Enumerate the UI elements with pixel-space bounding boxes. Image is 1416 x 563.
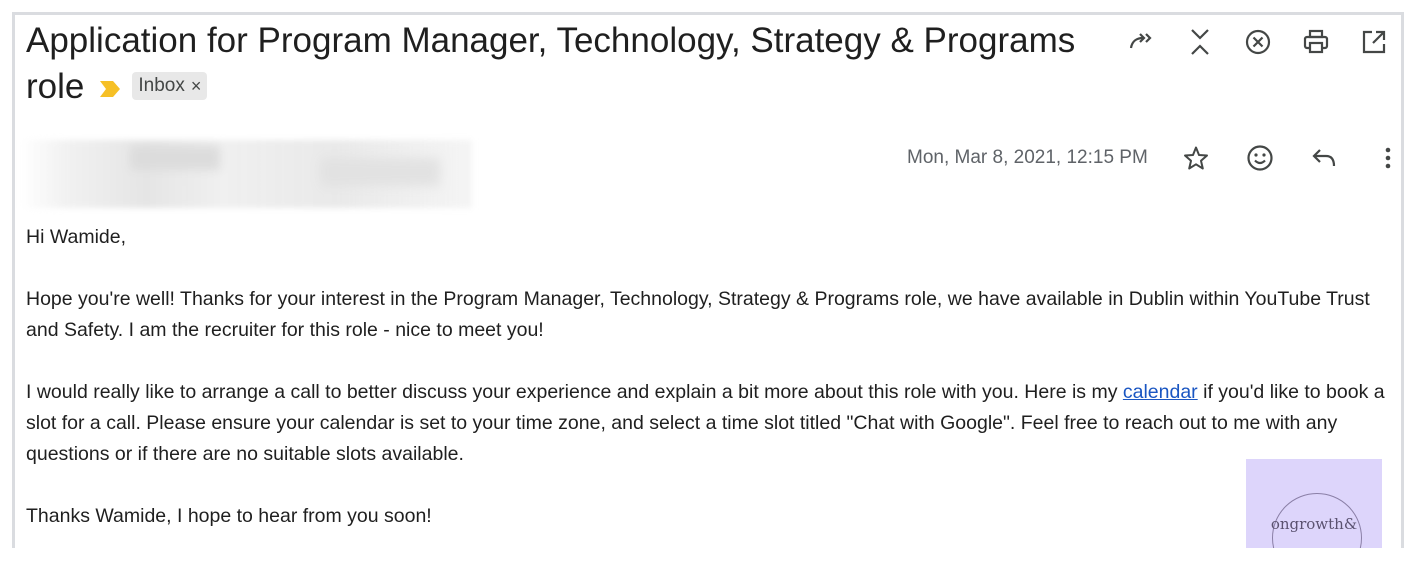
close-circle-icon[interactable] [1244, 26, 1272, 58]
sender-info-redacted [20, 140, 472, 208]
more-options-icon[interactable] [1374, 142, 1402, 174]
important-marker-icon[interactable] [100, 63, 121, 109]
inbox-label-text: Inbox [138, 74, 185, 96]
emoji-icon[interactable] [1246, 142, 1274, 174]
star-icon[interactable] [1182, 142, 1210, 174]
message-date: Mon, Mar 8, 2021, 12:15 PM [907, 147, 1148, 168]
body-paragraph: Hope you're well! Thanks for your intere… [26, 288, 1370, 341]
message-body: Hi Wamide, Hope you're well! Thanks for … [26, 222, 1386, 563]
collapse-icon[interactable] [1186, 26, 1214, 58]
ongrowth-watermark-logo: ongrowth& [1246, 459, 1382, 548]
closing: Thanks Wamide, I hope to hear from you s… [26, 505, 432, 527]
print-icon[interactable] [1302, 26, 1330, 58]
greeting: Hi Wamide, [26, 226, 127, 248]
thread-toolbar [1128, 26, 1388, 58]
watermark-text: ongrowth& [1270, 515, 1358, 533]
para-text-before: I would really like to arrange a call to… [26, 381, 1123, 403]
email-subject: Application for Program Manager, Technol… [26, 18, 1106, 112]
remove-label-button[interactable]: × [191, 63, 202, 109]
open-in-new-window-icon[interactable] [1360, 26, 1388, 58]
forward-all-icon[interactable] [1128, 26, 1156, 58]
calendar-link[interactable]: calendar [1123, 381, 1198, 403]
inbox-label-chip: Inbox × [132, 71, 208, 100]
reply-icon[interactable] [1310, 142, 1338, 174]
body-paragraph-calendar: I would really like to arrange a call to… [26, 377, 1386, 470]
message-meta: Mon, Mar 8, 2021, 12:15 PM [907, 142, 1402, 174]
